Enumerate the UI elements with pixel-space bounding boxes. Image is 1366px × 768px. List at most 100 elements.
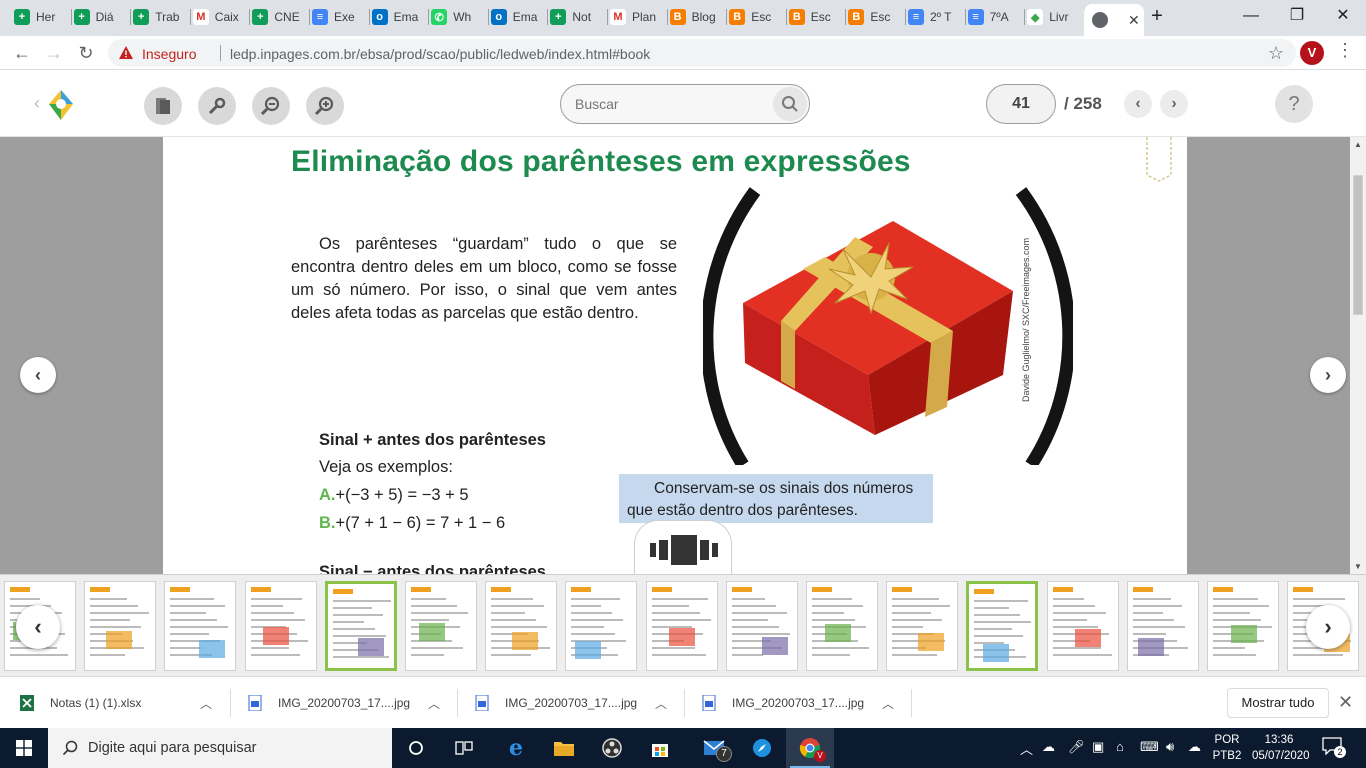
close-window-button[interactable]: ✕ bbox=[1320, 4, 1366, 28]
minimize-button[interactable]: — bbox=[1228, 4, 1274, 28]
browser-tab[interactable]: ≡ 7ºA bbox=[967, 6, 1026, 28]
onedrive-cloud-icon[interactable]: ☁ bbox=[1188, 739, 1201, 755]
compass-app-button[interactable] bbox=[738, 728, 786, 768]
browser-tab[interactable]: + Her bbox=[14, 6, 72, 28]
new-tab-button[interactable]: + bbox=[1142, 4, 1172, 28]
microphone-icon[interactable]: 🎤︎ bbox=[1068, 739, 1085, 755]
chevron-up-icon[interactable]: ︿ bbox=[200, 695, 212, 712]
page-thumbnail[interactable] bbox=[405, 581, 477, 671]
forward-button[interactable]: → bbox=[42, 41, 66, 65]
chevron-up-icon[interactable]: ︿ bbox=[428, 695, 440, 712]
notification-center-button[interactable]: 2 bbox=[1322, 737, 1346, 759]
prev-page-button[interactable]: ‹ bbox=[1124, 90, 1152, 118]
chrome-menu-icon[interactable]: ⋮ bbox=[1336, 40, 1354, 61]
scroll-up-arrow-icon[interactable]: ▲ bbox=[1354, 140, 1362, 149]
omnibox[interactable]: Inseguro ledp.inpages.com.br/ebsa/prod/s… bbox=[108, 39, 1296, 67]
taskbar-search-box[interactable]: Digite aqui para pesquisar bbox=[48, 728, 392, 768]
file-explorer-button[interactable] bbox=[540, 728, 588, 768]
search-button[interactable] bbox=[773, 87, 807, 121]
browser-tab[interactable]: ≡ 2º T bbox=[908, 6, 966, 28]
back-button[interactable]: ← bbox=[10, 41, 34, 65]
insecure-label[interactable]: Inseguro bbox=[142, 46, 196, 62]
page-thumbnail[interactable] bbox=[565, 581, 638, 671]
page-thumbnail[interactable] bbox=[1126, 581, 1199, 671]
page-thumbnail[interactable] bbox=[244, 581, 317, 671]
page-number-input[interactable]: 41 bbox=[986, 84, 1056, 124]
next-spread-button[interactable]: › bbox=[1310, 357, 1346, 393]
chrome-app-button[interactable]: V bbox=[786, 728, 834, 768]
weather-cloud-icon[interactable]: ☁ bbox=[1042, 739, 1055, 755]
edge-app-button[interactable]: e bbox=[492, 728, 540, 768]
start-button[interactable] bbox=[0, 728, 48, 768]
bookmark-ribbon-icon[interactable] bbox=[1145, 137, 1173, 183]
tab-active-ledp[interactable]: ✕ bbox=[1084, 4, 1144, 36]
browser-tab[interactable]: B Blog bbox=[669, 6, 728, 28]
browser-tab[interactable]: ✆ Wh bbox=[431, 6, 489, 28]
browser-tab[interactable]: + CNE bbox=[252, 6, 310, 28]
browser-tab[interactable]: ◆ Livr bbox=[1027, 6, 1085, 28]
next-page-button[interactable]: › bbox=[1160, 90, 1188, 118]
collapse-chevron-icon[interactable]: ‹ bbox=[34, 93, 40, 114]
page-thumbnail[interactable] bbox=[645, 581, 718, 671]
vertical-scrollbar[interactable]: ▲ ▼ bbox=[1350, 137, 1366, 574]
prev-spread-button[interactable]: ‹ bbox=[20, 357, 56, 393]
ledp-logo-icon[interactable] bbox=[47, 88, 75, 122]
profile-avatar[interactable]: V bbox=[1300, 41, 1324, 65]
show-hidden-icons[interactable]: ︿ bbox=[1020, 739, 1033, 758]
page-thumbnail[interactable] bbox=[164, 581, 237, 671]
browser-tab[interactable]: B Esc bbox=[848, 6, 906, 28]
zoom-in-button[interactable] bbox=[306, 87, 344, 125]
browser-tab[interactable]: B Esc bbox=[729, 6, 787, 28]
reload-button[interactable]: ↻ bbox=[74, 41, 98, 65]
browser-tab[interactable]: B Esc bbox=[788, 6, 847, 28]
page-thumbnail[interactable] bbox=[1207, 581, 1279, 671]
page-thumbnail[interactable] bbox=[324, 581, 397, 671]
store-app-button[interactable] bbox=[636, 728, 684, 768]
chevron-up-icon[interactable]: ︿ bbox=[882, 695, 894, 712]
browser-tab[interactable]: o Ema bbox=[490, 6, 549, 28]
language-indicator[interactable]: POR PTB2 bbox=[1212, 732, 1242, 764]
device-icon[interactable]: ▣ bbox=[1092, 739, 1104, 755]
browser-tab[interactable]: o Ema bbox=[371, 6, 430, 28]
zoom-out-button[interactable] bbox=[252, 87, 290, 125]
help-button[interactable]: ? bbox=[1275, 85, 1313, 123]
thumbnail-toggle-button[interactable] bbox=[634, 520, 732, 576]
show-all-downloads-button[interactable]: Mostrar tudo bbox=[1227, 688, 1329, 718]
restore-button[interactable]: ❐ bbox=[1274, 4, 1320, 28]
page-thumbnail[interactable] bbox=[806, 581, 878, 671]
download-item[interactable]: IMG_20200703_17....jpg ︿ bbox=[702, 677, 898, 729]
thumbnail-prev-button[interactable]: ‹ bbox=[16, 605, 60, 649]
volume-icon[interactable]: 🔊︎ bbox=[1166, 739, 1174, 755]
page-thumbnail[interactable] bbox=[1046, 581, 1119, 671]
chevron-up-icon[interactable]: ︿ bbox=[655, 695, 667, 712]
task-view-button[interactable] bbox=[392, 728, 440, 768]
network-icon[interactable]: ⌂ bbox=[1116, 739, 1124, 754]
page-thumbnail[interactable] bbox=[886, 581, 959, 671]
browser-tab[interactable]: + Diá bbox=[73, 6, 132, 28]
tab-close-icon[interactable]: ✕ bbox=[1128, 12, 1140, 29]
keyboard-icon[interactable]: ⌨ bbox=[1140, 739, 1159, 755]
browser-tab[interactable]: M Plan bbox=[610, 6, 668, 28]
page-thumbnail[interactable] bbox=[966, 581, 1039, 671]
browser-tab[interactable]: + Trab bbox=[133, 6, 191, 28]
browser-tab[interactable]: ≡ Exe bbox=[312, 6, 370, 28]
download-item[interactable]: Notas (1) (1).xlsx ︿ bbox=[20, 677, 216, 729]
download-item[interactable]: IMG_20200703_17....jpg ︿ bbox=[248, 677, 444, 729]
taskbar-clock[interactable]: 13:36 05/07/2020 bbox=[1252, 732, 1310, 764]
tools-button[interactable] bbox=[198, 87, 236, 125]
summary-button[interactable] bbox=[144, 87, 182, 125]
mail-app-button[interactable]: 7 bbox=[690, 728, 738, 768]
download-item[interactable]: IMG_20200703_17....jpg ︿ bbox=[475, 677, 671, 729]
page-thumbnail[interactable] bbox=[485, 581, 558, 671]
page-thumbnail[interactable] bbox=[84, 581, 157, 671]
thumbnail-next-button[interactable]: › bbox=[1306, 605, 1350, 649]
browser-tab[interactable]: M Caix bbox=[192, 6, 251, 28]
task-view-icon-button[interactable] bbox=[440, 728, 488, 768]
scrollbar-thumb[interactable] bbox=[1353, 175, 1363, 315]
obs-app-button[interactable] bbox=[588, 728, 636, 768]
url-text[interactable]: ledp.inpages.com.br/ebsa/prod/scao/publi… bbox=[230, 46, 650, 62]
scroll-down-arrow-icon[interactable]: ▼ bbox=[1354, 562, 1362, 571]
close-downloads-icon[interactable]: ✕ bbox=[1338, 692, 1353, 713]
browser-tab[interactable]: + Not bbox=[550, 6, 608, 28]
bookmark-star-icon[interactable]: ☆ bbox=[1268, 43, 1284, 64]
